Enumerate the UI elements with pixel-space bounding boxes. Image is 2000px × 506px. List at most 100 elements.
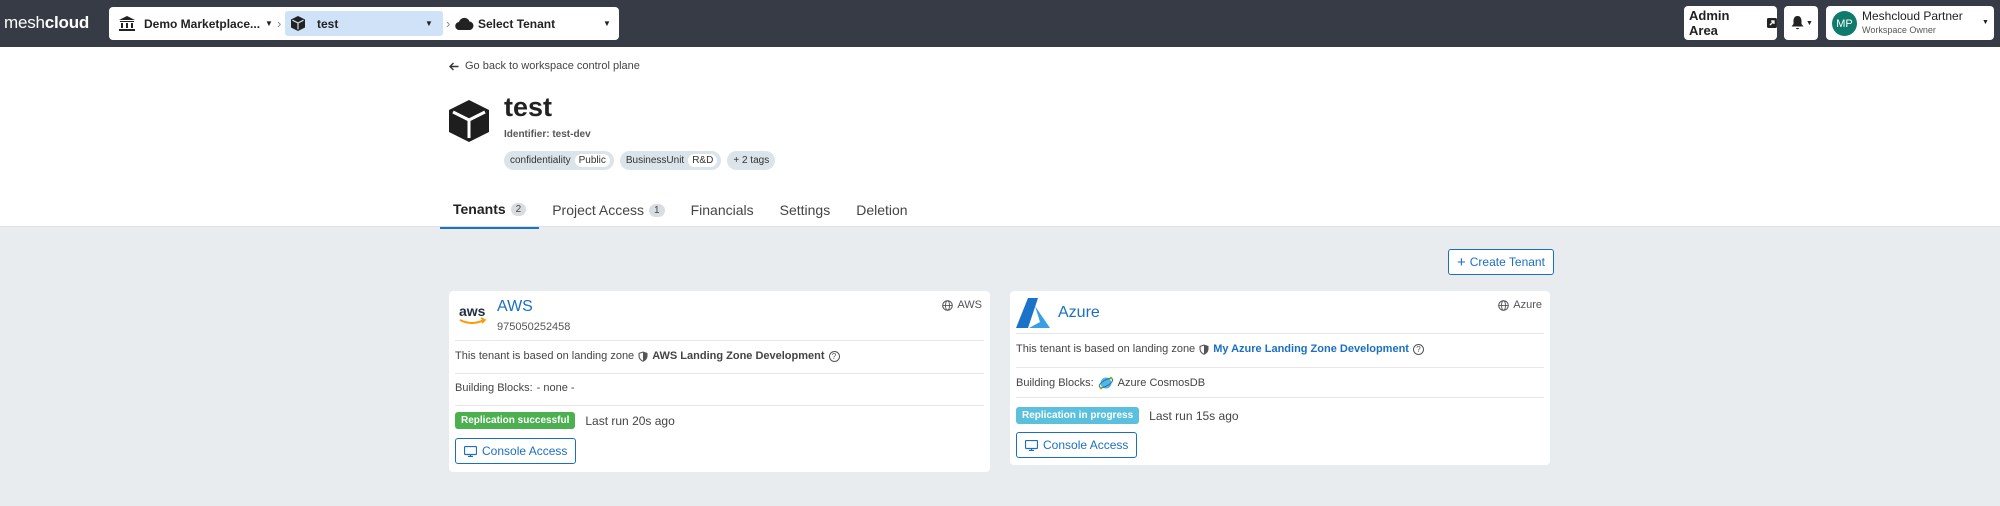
logo-light-text: mesh: [4, 13, 45, 32]
workspace-name: Demo Marketplace...: [144, 16, 261, 31]
console-access-button[interactable]: Console Access: [455, 438, 577, 464]
azure-logo-icon: [1016, 298, 1050, 328]
arrow-left-icon: [449, 62, 459, 70]
divider: [455, 373, 984, 374]
back-to-workspace-link[interactable]: Go back to workspace control plane: [449, 60, 640, 72]
breadcrumb-separator-icon: ›: [277, 16, 282, 31]
project-name: test: [317, 16, 339, 31]
tab-label: Tenants: [453, 201, 506, 217]
replication-row: Replication in progress Last run 15s ago: [1016, 407, 1239, 424]
building-blocks-row: Building Blocks: Azure CosmosDB: [1016, 375, 1205, 391]
more-tags-button[interactable]: + 2 tags: [727, 151, 776, 170]
tab-label: Project Access: [552, 202, 645, 218]
chevron-down-icon: ▼: [265, 19, 273, 28]
tag-confidentiality[interactable]: confidentiality Public: [504, 151, 614, 170]
monitor-icon: [464, 445, 477, 457]
tag-value: R&D: [688, 154, 718, 167]
platform-label: Azure: [1513, 299, 1542, 311]
divider: [1016, 397, 1544, 398]
cloud-icon: [455, 17, 474, 30]
last-run-text: Last run 20s ago: [585, 413, 675, 428]
aws-logo-icon: aws: [459, 303, 487, 324]
bell-icon: [1791, 16, 1804, 30]
page-title: test: [504, 92, 553, 122]
platform-label: AWS: [957, 299, 982, 311]
cosmosdb-icon: [1098, 376, 1113, 390]
divider: [455, 405, 984, 406]
tag-list: confidentiality Public BusinessUnit R&D …: [504, 151, 776, 170]
tenant-card-aws: aws AWS 975050252458 AWS This tenant is …: [449, 291, 990, 472]
console-access-label: Console Access: [1043, 438, 1129, 452]
plus-icon: +: [1457, 253, 1466, 271]
tenant-name-link[interactable]: Azure: [1058, 304, 1100, 322]
tab-label: Financials: [690, 202, 754, 218]
tenant-account-id: 975050252458: [497, 321, 571, 333]
notifications-button[interactable]: ▼: [1784, 6, 1818, 40]
console-access-button[interactable]: Console Access: [1016, 432, 1138, 458]
shield-icon: [1199, 344, 1209, 355]
replication-row: Replication successful Last run 20s ago: [455, 412, 675, 429]
question-circle-icon[interactable]: ?: [1412, 343, 1424, 355]
create-tenant-button[interactable]: + Create Tenant: [1448, 249, 1554, 275]
tab-label: Settings: [779, 202, 831, 218]
project-header: Go back to workspace control plane test …: [0, 47, 2000, 229]
user-menu-button[interactable]: MP Meshcloud Partner Workspace Owner ▼: [1826, 6, 1994, 40]
status-badge: Replication successful: [455, 412, 576, 429]
back-link-label: Go back to workspace control plane: [465, 60, 640, 72]
building-blocks-value: - none -: [536, 382, 575, 394]
landing-zone-row: This tenant is based on landing zone AWS…: [455, 350, 840, 362]
question-circle-icon[interactable]: ?: [828, 350, 840, 362]
chevron-down-icon: ▼: [1806, 19, 1813, 27]
user-name: Meshcloud Partner: [1862, 9, 1963, 23]
workspace-selector[interactable]: Demo Marketplace... ▼: [115, 11, 275, 36]
tenant-card-azure: Azure Azure This tenant is based on land…: [1010, 291, 1550, 465]
globe-icon: [942, 299, 954, 311]
cube-icon: [291, 16, 305, 31]
svg-text:aws: aws: [459, 303, 486, 319]
tenant-name-link[interactable]: AWS: [497, 298, 533, 316]
tab-financials[interactable]: Financials: [678, 197, 767, 229]
tenant-platform: AWS: [942, 299, 982, 311]
tag-value: Public: [574, 154, 610, 167]
count-badge: 2: [510, 202, 527, 216]
landing-zone-link[interactable]: My Azure Landing Zone Development: [1213, 343, 1409, 355]
landing-zone-prefix: This tenant is based on landing zone: [455, 350, 635, 362]
chevron-down-icon: ▼: [603, 19, 611, 28]
status-badge: Replication in progress: [1016, 407, 1140, 424]
building-block-cosmosdb[interactable]: Azure CosmosDB: [1118, 377, 1205, 389]
admin-area-label: Admin Area: [1689, 8, 1730, 38]
project-tabs: Tenants 2 Project Access 1 Financials Se…: [440, 197, 921, 229]
tab-label: Deletion: [856, 202, 908, 218]
console-access-label: Console Access: [482, 444, 568, 458]
landing-zone-prefix: This tenant is based on landing zone: [1016, 343, 1196, 355]
bank-icon: [119, 16, 135, 31]
project-cube-icon: [449, 100, 489, 142]
globe-icon: [1498, 299, 1510, 311]
monitor-icon: [1025, 439, 1038, 451]
tag-key: BusinessUnit: [625, 155, 685, 166]
logo-bold-text: cloud: [44, 13, 90, 32]
tab-tenants[interactable]: Tenants 2: [440, 197, 540, 229]
landing-zone-name[interactable]: AWS Landing Zone Development: [652, 350, 824, 362]
meshcloud-logo[interactable]: meshcloud: [4, 13, 89, 33]
tab-deletion[interactable]: Deletion: [843, 197, 920, 229]
avatar: MP: [1832, 11, 1857, 36]
admin-area-button[interactable]: Admin Area: [1684, 6, 1777, 40]
building-blocks-label: Building Blocks:: [1016, 377, 1094, 389]
shield-icon: [638, 351, 648, 362]
tenant-placeholder: Select Tenant: [478, 16, 556, 31]
tag-business-unit[interactable]: BusinessUnit R&D: [619, 151, 722, 170]
tenant-selector[interactable]: Select Tenant ▼: [453, 11, 613, 36]
external-link-icon: [1767, 18, 1777, 28]
context-breadcrumb: Demo Marketplace... ▼ › test ▼ › Select …: [109, 7, 619, 40]
create-tenant-label: Create Tenant: [1469, 255, 1545, 269]
tag-key: confidentiality: [510, 155, 571, 166]
divider: [455, 340, 984, 341]
project-identifier: Identifier: test-dev: [504, 129, 591, 140]
user-role: Workspace Owner: [1862, 25, 1936, 35]
breadcrumb-separator-icon: ›: [446, 16, 451, 31]
tab-settings[interactable]: Settings: [767, 197, 844, 229]
tab-project-access[interactable]: Project Access 1: [539, 197, 677, 229]
count-badge: 1: [649, 203, 665, 217]
project-selector[interactable]: test ▼: [285, 11, 443, 36]
